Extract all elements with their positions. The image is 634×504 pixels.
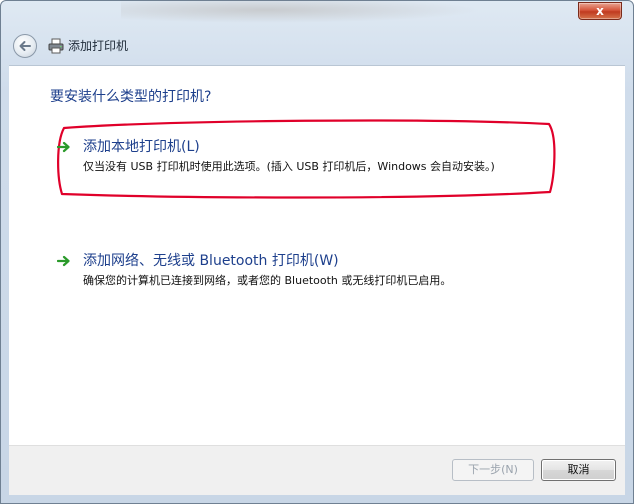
add-printer-window: x 添加打印机 要安装什么类型的打印机? 添加本地打印机(L) 仅当没有 USB… [0, 0, 634, 504]
option-title[interactable]: 添加本地打印机(L) [83, 138, 200, 156]
printer-icon [48, 38, 64, 54]
green-arrow-icon [57, 255, 70, 267]
button-bar: 下一步(N) 取消 [9, 445, 625, 495]
green-arrow-icon [57, 141, 70, 153]
option-title[interactable]: 添加网络、无线或 Bluetooth 打印机(W) [83, 252, 339, 270]
page-heading: 要安装什么类型的打印机? [50, 89, 212, 105]
titlebar-glass [121, 1, 481, 23]
red-annotation-circle [57, 119, 556, 199]
back-arrow-icon [19, 41, 31, 51]
close-button[interactable]: x [578, 2, 622, 20]
window-title: 添加打印机 [68, 39, 129, 53]
option-description: 确保您的计算机已连接到网络，或者您的 Bluetooth 或无线打印机已启用。 [83, 274, 452, 287]
close-icon: x [596, 4, 604, 18]
back-button[interactable] [13, 34, 37, 58]
option-description: 仅当没有 USB 打印机时使用此选项。(插入 USB 打印机后，Windows … [83, 160, 495, 173]
content-area: 要安装什么类型的打印机? 添加本地打印机(L) 仅当没有 USB 打印机时使用此… [9, 65, 625, 445]
cancel-button[interactable]: 取消 [541, 459, 616, 481]
next-button[interactable]: 下一步(N) [452, 459, 534, 481]
